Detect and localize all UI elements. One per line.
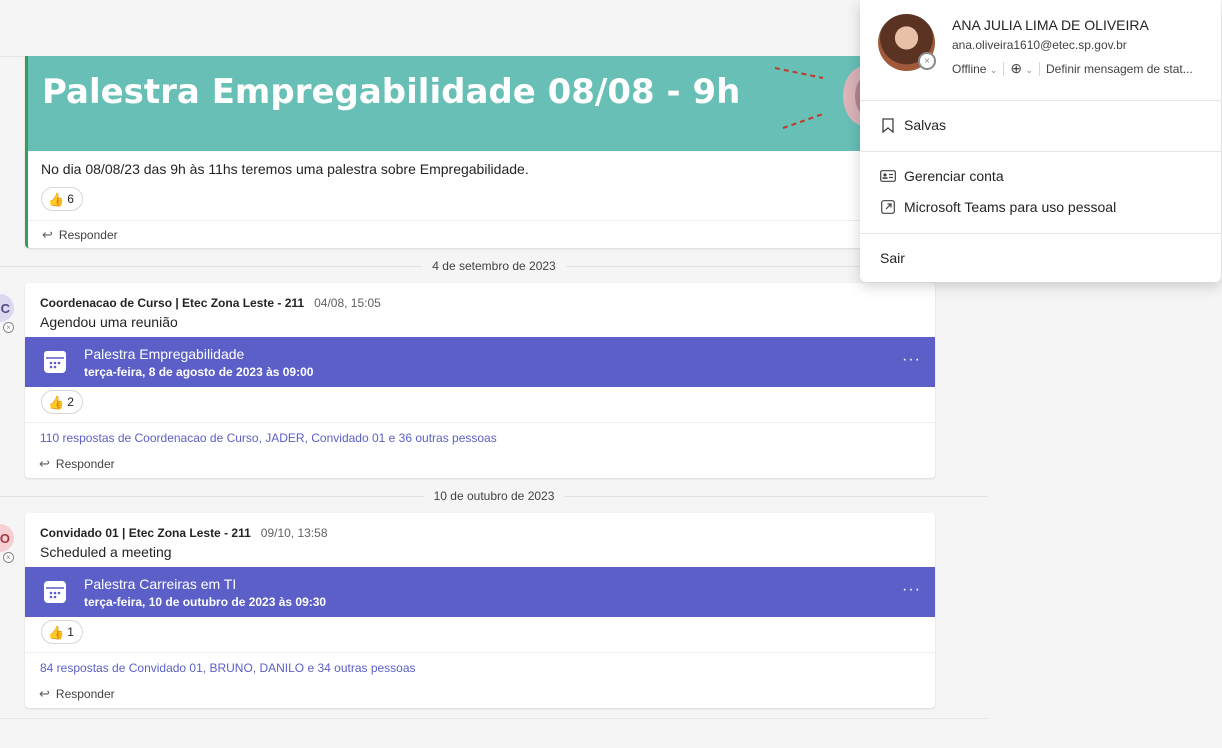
reply-button[interactable]: ↩ Responder (25, 680, 935, 708)
menu-item-label: Salvas (904, 117, 947, 133)
reply-button[interactable]: ↩ Responder (28, 220, 935, 248)
menu-item-manage-account[interactable]: Gerenciar conta (880, 168, 1004, 184)
profile-flyout: × ANA JULIA LIMA DE OLIVEIRA ana.oliveir… (860, 0, 1221, 282)
reaction-count: 1 (67, 625, 74, 639)
meeting-title: Palestra Empregabilidade (84, 346, 245, 362)
menu-item-label: Microsoft Teams para uso pessoal (904, 199, 1117, 215)
bookmark-icon (880, 117, 896, 133)
divider (1038, 61, 1040, 76)
post-time: 04/08, 15:05 (314, 296, 381, 310)
status-message-button[interactable]: Definir mensagem de stat... (1046, 62, 1193, 76)
separator-line (0, 265, 423, 267)
presence-offline-icon: × (3, 552, 14, 563)
date-separator: 4 de setembro de 2023 (0, 258, 989, 274)
meeting-card[interactable]: Palestra Empregabilidade terça-feira, 8 … (25, 337, 935, 387)
replies-summary-link[interactable]: 84 respostas de Convidado 01, BRUNO, DAN… (25, 652, 935, 682)
calendar-icon (44, 351, 66, 373)
post-author[interactable]: Convidado 01 | Etec Zona Leste - 211 (40, 526, 251, 540)
reply-button[interactable]: ↩ Responder (25, 450, 935, 478)
meeting-title: Palestra Carreiras em TI (84, 576, 237, 592)
separator-line (564, 495, 988, 497)
more-options-icon[interactable]: ··· (902, 351, 921, 369)
meeting-post[interactable]: Convidado 01 | Etec Zona Leste - 211 09/… (25, 513, 935, 708)
reply-arrow-icon: ↩ (39, 686, 50, 701)
replies-summary-link[interactable]: 110 respostas de Coordenacao de Curso, J… (25, 422, 935, 452)
banner-title: Palestra Empregabilidade 08/08 - 9h (42, 72, 741, 112)
reply-label: Responder (55, 687, 115, 701)
meeting-card[interactable]: Palestra Carreiras em TI terça-feira, 10… (25, 567, 935, 617)
presence-offline-icon[interactable]: × (918, 52, 936, 70)
thumbs-up-icon: 👍 (48, 394, 65, 410)
more-options-icon[interactable]: ··· (902, 581, 921, 599)
meeting-post[interactable]: Coordenacao de Curso | Etec Zona Leste -… (25, 283, 935, 478)
divider (1003, 61, 1005, 76)
post-time: 09/10, 13:58 (260, 526, 328, 540)
thumbs-up-icon: 👍 (48, 191, 65, 207)
avatar[interactable]: C (0, 294, 14, 322)
divider (860, 151, 1221, 152)
contact-card-icon (880, 168, 896, 184)
reaction-pill[interactable]: 👍 6 (41, 187, 83, 211)
separator-line (0, 495, 424, 497)
menu-item-teams-personal[interactable]: Microsoft Teams para uso pessoal (880, 199, 1116, 215)
post-message: Agendou uma reunião (40, 314, 178, 330)
reaction-count: 6 (67, 192, 74, 206)
reaction-count: 2 (67, 395, 74, 409)
post-body: No dia 08/08/23 das 9h às 11hs teremos u… (41, 161, 529, 177)
reply-label: Responder (58, 227, 118, 242)
presence-offline-icon: × (3, 322, 14, 333)
avatar[interactable]: O (0, 524, 14, 552)
post-meta: Coordenacao de Curso | Etec Zona Leste -… (40, 296, 381, 310)
menu-item-label: Sair (880, 250, 905, 266)
menu-item-saved[interactable]: Salvas (880, 117, 946, 133)
date-separator-label: 10 de outubro de 2023 (433, 489, 555, 503)
announcement-banner: Palestra Empregabilidade 08/08 - 9h (28, 56, 935, 151)
profile-email: ana.oliveira1610@etec.sp.gov.br (952, 38, 1127, 52)
chevron-down-icon: ⌄ (989, 64, 998, 75)
divider (860, 233, 1221, 234)
reply-arrow-icon: ↩ (39, 456, 50, 471)
add-status-icon: ⊕ (1010, 60, 1023, 76)
menu-item-sign-out[interactable]: Sair (880, 250, 905, 266)
date-separator-label: 4 de setembro de 2023 (432, 259, 556, 273)
profile-name: ANA JULIA LIMA DE OLIVEIRA (952, 17, 1149, 33)
calendar-icon (44, 581, 66, 603)
post-message: Scheduled a meeting (40, 544, 172, 560)
chevron-down-icon: ⌄ (1025, 65, 1033, 75)
post-author[interactable]: Coordenacao de Curso | Etec Zona Leste -… (40, 296, 304, 310)
avatar-initial: C (0, 300, 10, 316)
reply-arrow-icon: ↩ (42, 226, 53, 242)
announcement-post[interactable]: Palestra Empregabilidade 08/08 - 9h No d… (25, 56, 935, 248)
meeting-date: terça-feira, 8 de agosto de 2023 às 09:0… (84, 365, 314, 379)
status-value: Offline (952, 61, 987, 76)
reply-label: Responder (55, 457, 115, 471)
profile-status-row: Offline ⌄ ⊕ ⌄ Definir mensagem de stat..… (952, 60, 1193, 77)
external-link-icon (880, 199, 896, 215)
add-status-button[interactable]: ⊕ ⌄ (1010, 60, 1033, 77)
thumbs-up-icon: 👍 (48, 624, 65, 640)
post-meta: Convidado 01 | Etec Zona Leste - 211 09/… (40, 526, 328, 540)
bottom-divider (0, 718, 988, 719)
reaction-pill[interactable]: 👍 2 (41, 390, 83, 414)
avatar-initial: O (0, 530, 10, 546)
divider (860, 100, 1221, 101)
meeting-date: terça-feira, 10 de outubro de 2023 às 09… (84, 595, 327, 609)
status-dropdown[interactable]: Offline ⌄ (952, 62, 997, 76)
reaction-pill[interactable]: 👍 1 (41, 620, 83, 644)
menu-item-label: Gerenciar conta (904, 168, 1004, 184)
date-separator: 10 de outubro de 2023 (0, 488, 988, 504)
